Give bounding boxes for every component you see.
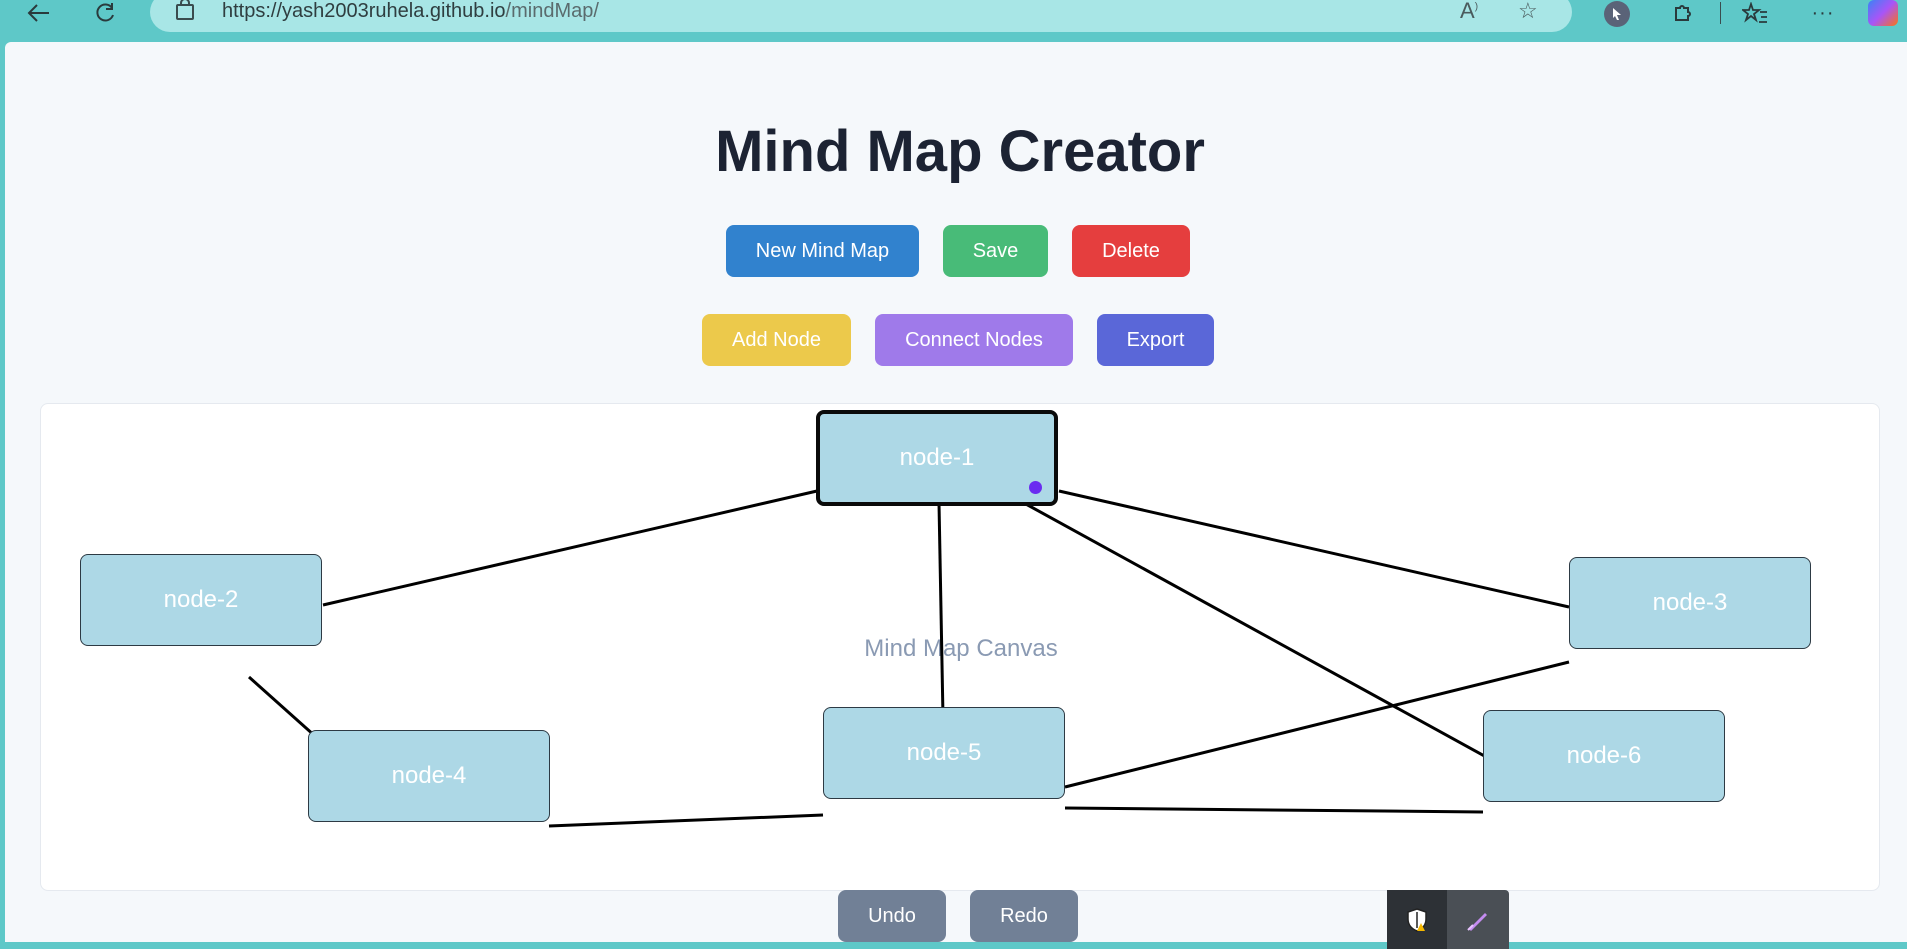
shield-warning-icon[interactable] — [1387, 890, 1447, 949]
node-label: node-4 — [391, 762, 467, 789]
page-title: Mind Map Creator — [715, 119, 1205, 184]
page-content: Mind Map Creator New Mind Map Save Delet… — [5, 42, 1907, 942]
node-label: node-2 — [163, 586, 239, 613]
url-text: https://yash2003ruhela.github.io/mindMap… — [222, 0, 599, 22]
node-1[interactable]: node-1 — [816, 410, 1058, 506]
puzzle-icon[interactable] — [1668, 0, 1698, 26]
read-aloud-icon[interactable]: A) — [1460, 0, 1478, 24]
lock-icon — [176, 0, 194, 20]
star-icon[interactable]: ☆ — [1518, 0, 1538, 24]
delete-button[interactable]: Delete — [1072, 225, 1190, 277]
export-button[interactable]: Export — [1097, 314, 1214, 366]
new-mind-map-button[interactable]: New Mind Map — [726, 225, 919, 277]
node-2[interactable]: node-2 — [80, 554, 322, 646]
mind-map-canvas[interactable]: Mind Map Canvas node-1 node-2 node-3 nod… — [40, 403, 1880, 891]
toolbar-separator — [1720, 2, 1721, 24]
more-icon[interactable]: ··· — [1808, 0, 1838, 26]
extension-badge-icon[interactable] — [1604, 1, 1630, 27]
resize-handle[interactable] — [1029, 481, 1042, 494]
node-4[interactable]: node-4 — [308, 730, 550, 822]
add-node-button[interactable]: Add Node — [702, 314, 851, 366]
node-label: node-3 — [1652, 589, 1728, 616]
edge-node1-node6 — [1023, 501, 1520, 777]
node-5[interactable]: node-5 — [823, 707, 1065, 799]
node-label: node-6 — [1566, 742, 1642, 769]
floating-toolbar — [1387, 890, 1509, 949]
pen-icon[interactable] — [1447, 890, 1509, 949]
copilot-icon[interactable] — [1868, 0, 1898, 26]
node-label: node-1 — [899, 444, 975, 471]
back-arrow-icon[interactable] — [24, 0, 54, 26]
redo-button[interactable]: Redo — [970, 890, 1078, 942]
refresh-icon[interactable] — [90, 0, 120, 26]
edge-node4-node5 — [548, 813, 824, 828]
node-6[interactable]: node-6 — [1483, 710, 1725, 802]
save-button[interactable]: Save — [943, 225, 1048, 277]
node-3[interactable]: node-3 — [1569, 557, 1811, 649]
connect-nodes-button[interactable]: Connect Nodes — [875, 314, 1073, 366]
edge-node1-node3 — [1058, 489, 1570, 609]
node-label: node-5 — [906, 739, 982, 766]
edge-node1-node2 — [322, 489, 818, 607]
browser-toolbar: https://yash2003ruhela.github.io/mindMap… — [0, 0, 1907, 40]
address-bar[interactable]: https://yash2003ruhela.github.io/mindMap… — [150, 0, 1572, 32]
favorites-list-icon[interactable] — [1740, 0, 1770, 26]
undo-button[interactable]: Undo — [838, 890, 946, 942]
edge-node5-node6 — [1064, 806, 1484, 814]
